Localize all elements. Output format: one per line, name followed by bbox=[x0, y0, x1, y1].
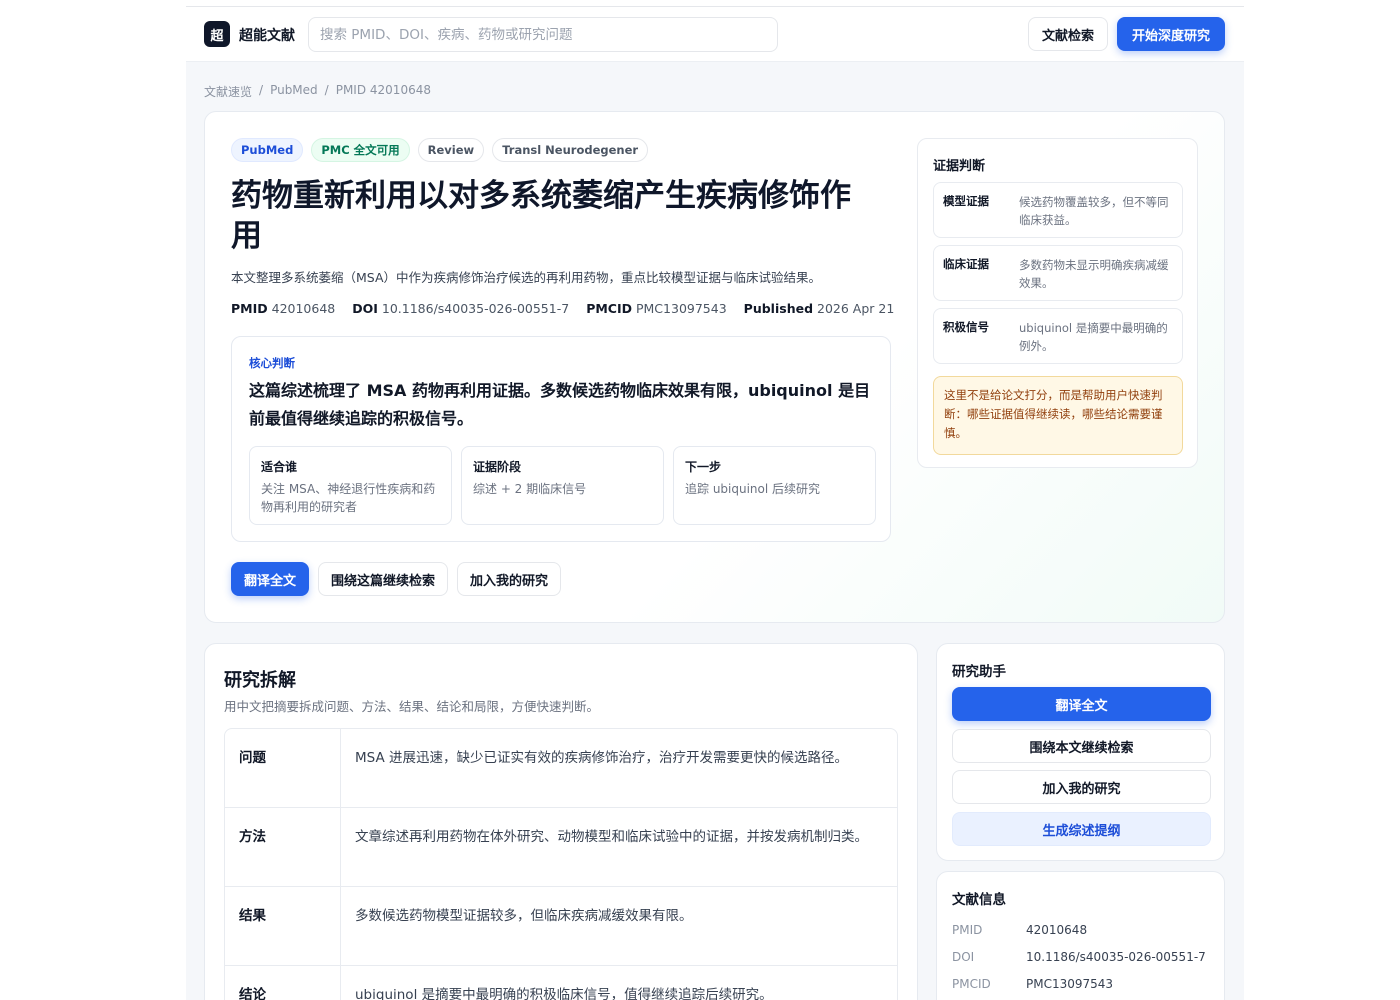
translate-button[interactable]: 翻译全文 bbox=[231, 562, 310, 596]
assistant-translate-button[interactable]: 翻译全文 bbox=[952, 687, 1211, 721]
meta-published-label: Published bbox=[743, 301, 814, 316]
row-key: 方法 bbox=[225, 808, 341, 886]
research-breakdown-card: 研究拆解 用中文把摘要拆成问题、方法、结果、结论和局限，方便快速判断。 问题 M… bbox=[204, 643, 918, 1000]
audience-text: 关注 MSA、神经退行性疾病和药物再利用的研究者 bbox=[261, 482, 436, 514]
page: 超 超能文献 文献检索 开始深度研究 文献速览 / PubMed / PMID … bbox=[186, 6, 1244, 1000]
meta-pmid: PMID 42010648 bbox=[231, 301, 335, 316]
meta-doi-value: 10.1186/s40035-026-00551-7 bbox=[381, 301, 570, 316]
breadcrumb-item-current: PMID 42010648 bbox=[335, 83, 431, 97]
research-assistant-card: 研究助手 翻译全文 围绕本文继续检索 加入我的研究 生成综述提纲 bbox=[936, 643, 1225, 861]
meta-pmid-label: PMID bbox=[231, 301, 268, 316]
evidence-key: 临床证据 bbox=[943, 257, 989, 271]
article-title: 药物重新利用以对多系统萎缩产生疾病修饰作用 bbox=[231, 178, 851, 254]
meta-pmcid-value: PMC13097543 bbox=[635, 301, 727, 316]
tag-journal: Transl Neurodegener bbox=[492, 138, 649, 162]
row-value: ubiquinol 是摘要中最明确的积极临床信号，值得继续追踪后续研究。 bbox=[355, 987, 773, 1000]
docinfo-key: PMCID bbox=[952, 977, 991, 991]
evidence-value: ubiquinol 是摘要中最明确的例外。 bbox=[1019, 321, 1168, 353]
assistant-add-research-button[interactable]: 加入我的研究 bbox=[952, 770, 1211, 804]
assistant-title: 研究助手 bbox=[952, 664, 1006, 680]
evidence-key: 积极信号 bbox=[943, 320, 989, 334]
evidence-value: 候选药物覆盖较多，但不等同临床获益。 bbox=[1019, 195, 1169, 227]
row-value: MSA 进展迅速，缺少已证实有效的疾病修饰治疗，治疗开发需要更快的候选路径。 bbox=[355, 750, 848, 766]
docinfo-value: 10.1186/s40035-026-00551-7 bbox=[1026, 950, 1206, 964]
meta-doi-label: DOI bbox=[352, 301, 378, 316]
breadcrumb: 文献速览 / PubMed / PMID 42010648 bbox=[204, 83, 431, 100]
breadcrumb-separator: / bbox=[324, 83, 329, 97]
row-value: 文章综述再利用药物在体外研究、动物模型和临床试验中的证据，并按发病机制归类。 bbox=[355, 829, 868, 845]
docinfo-key: PMID bbox=[952, 923, 983, 937]
core-judgement-text: 这篇综述梳理了 MSA 药物再利用证据。多数候选药物临床效果有限，ubiquin… bbox=[249, 381, 871, 428]
search-around-button[interactable]: 围绕这篇继续检索 bbox=[318, 562, 449, 596]
tag-pmc-available: PMC 全文可用 bbox=[311, 138, 410, 162]
article-hero-card: PubMed PMC 全文可用 Review Transl Neurodegen… bbox=[204, 111, 1225, 623]
core-judgement-label: 核心判断 bbox=[249, 356, 295, 370]
evidence-title: 证据判断 bbox=[933, 159, 986, 174]
docinfo-row-pmid: PMID 42010648 bbox=[952, 923, 1212, 937]
evidence-panel: 证据判断 模型证据 候选药物覆盖较多，但不等同临床获益。 临床证据 多数药物未显… bbox=[917, 138, 1198, 468]
docinfo-row-doi: DOI 10.1186/s40035-026-00551-7 bbox=[952, 950, 1212, 964]
next-step-heading: 下一步 bbox=[685, 460, 722, 474]
evidence-row-positive: 积极信号 ubiquinol 是摘要中最明确的例外。 bbox=[933, 308, 1183, 364]
tag-review: Review bbox=[417, 138, 485, 162]
breakdown-title: 研究拆解 bbox=[224, 670, 296, 691]
hero-actions: 翻译全文 围绕这篇继续检索 加入我的研究 bbox=[231, 562, 562, 596]
docinfo-key: DOI bbox=[952, 950, 975, 964]
tag-pubmed: PubMed bbox=[231, 138, 304, 162]
brand-name[interactable]: 超能文献 bbox=[239, 25, 295, 45]
evidence-key: 模型证据 bbox=[943, 194, 989, 208]
docinfo-title: 文献信息 bbox=[952, 892, 1006, 908]
table-row: 结论 ubiquinol 是摘要中最明确的积极临床信号，值得继续追踪后续研究。 bbox=[225, 966, 897, 1000]
evidence-row-clinical: 临床证据 多数药物未显示明确疾病减缓效果。 bbox=[933, 245, 1183, 301]
row-value: 多数候选药物模型证据较多，但临床疾病减缓效果有限。 bbox=[355, 908, 693, 924]
row-key: 问题 bbox=[225, 729, 341, 807]
add-to-research-button[interactable]: 加入我的研究 bbox=[457, 562, 562, 596]
meta-doi: DOI 10.1186/s40035-026-00551-7 bbox=[352, 301, 569, 316]
docinfo-value: PMC13097543 bbox=[1026, 977, 1114, 991]
breadcrumb-separator: / bbox=[259, 83, 264, 97]
table-row: 问题 MSA 进展迅速，缺少已证实有效的疾病修饰治疗，治疗开发需要更快的候选路径… bbox=[225, 729, 897, 808]
literature-search-button[interactable]: 文献检索 bbox=[1028, 17, 1108, 51]
docinfo-value: 42010648 bbox=[1026, 923, 1088, 937]
next-step-card: 下一步 追踪 ubiquinol 后续研究 bbox=[673, 446, 876, 525]
row-key: 结论 bbox=[225, 966, 341, 1000]
tag-list: PubMed PMC 全文可用 Review Transl Neurodegen… bbox=[231, 138, 649, 162]
evidence-stage-text: 综述 + 2 期临床信号 bbox=[473, 482, 587, 496]
meta-published-value: 2026 Apr 21 bbox=[817, 301, 895, 316]
logo-icon[interactable]: 超 bbox=[204, 21, 230, 47]
docinfo-row-pmcid: PMCID PMC13097543 bbox=[952, 977, 1212, 991]
article-summary: 本文整理多系统萎缩（MSA）中作为疾病修饰治疗候选的再利用药物，重点比较模型证据… bbox=[231, 270, 822, 285]
generate-outline-button[interactable]: 生成综述提纲 bbox=[952, 812, 1211, 846]
evidence-stage-heading: 证据阶段 bbox=[473, 460, 522, 474]
core-judgement-panel: 核心判断 这篇综述梳理了 MSA 药物再利用证据。多数候选药物临床效果有限，ub… bbox=[231, 336, 891, 542]
evidence-value: 多数药物未显示明确疾病减缓效果。 bbox=[1019, 258, 1169, 290]
breakdown-table: 问题 MSA 进展迅速，缺少已证实有效的疾病修饰治疗，治疗开发需要更快的候选路径… bbox=[224, 728, 898, 1000]
row-key: 结果 bbox=[225, 887, 341, 965]
meta-pmid-value: 42010648 bbox=[271, 301, 336, 316]
search-box[interactable] bbox=[308, 17, 778, 52]
next-step-text: 追踪 ubiquinol 后续研究 bbox=[685, 482, 821, 496]
evidence-note: 这里不是给论文打分，而是帮助用户快速判断：哪些证据值得继续读，哪些结论需要谨慎。 bbox=[933, 376, 1183, 455]
meta-published: Published 2026 Apr 21 bbox=[744, 301, 895, 316]
article-meta: PMID 42010648 DOI 10.1186/s40035-026-005… bbox=[231, 301, 894, 316]
meta-pmcid-label: PMCID bbox=[586, 301, 632, 316]
breadcrumb-item-overview[interactable]: 文献速览 bbox=[204, 83, 252, 100]
table-row: 结果 多数候选药物模型证据较多，但临床疾病减缓效果有限。 bbox=[225, 887, 897, 966]
top-navigation: 超 超能文献 文献检索 开始深度研究 bbox=[186, 7, 1244, 62]
document-info-card: 文献信息 PMID 42010648 DOI 10.1186/s40035-02… bbox=[936, 871, 1225, 1000]
breakdown-subtitle: 用中文把摘要拆成问题、方法、结果、结论和局限，方便快速判断。 bbox=[224, 699, 600, 714]
evidence-row-model: 模型证据 候选药物覆盖较多，但不等同临床获益。 bbox=[933, 182, 1183, 238]
start-deep-research-button[interactable]: 开始深度研究 bbox=[1117, 17, 1225, 51]
evidence-stage-card: 证据阶段 综述 + 2 期临床信号 bbox=[461, 446, 664, 525]
meta-pmcid: PMCID PMC13097543 bbox=[586, 301, 726, 316]
search-input[interactable] bbox=[309, 18, 777, 51]
table-row: 方法 文章综述再利用药物在体外研究、动物模型和临床试验中的证据，并按发病机制归类… bbox=[225, 808, 897, 887]
audience-heading: 适合谁 bbox=[261, 460, 298, 474]
audience-card: 适合谁 关注 MSA、神经退行性疾病和药物再利用的研究者 bbox=[249, 446, 452, 525]
assistant-search-around-button[interactable]: 围绕本文继续检索 bbox=[952, 729, 1211, 763]
breadcrumb-item-pubmed[interactable]: PubMed bbox=[270, 83, 318, 100]
